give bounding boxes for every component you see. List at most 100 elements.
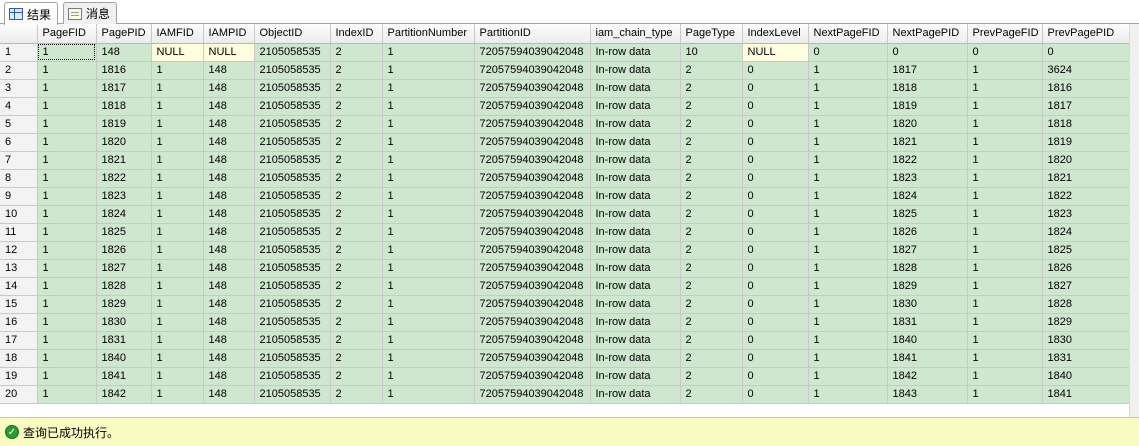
grid-cell[interactable]: 2 <box>330 349 383 368</box>
grid-cell[interactable]: 1817 <box>887 61 968 80</box>
grid-cell[interactable]: In-row data <box>590 259 681 278</box>
grid-cell[interactable]: 1 <box>382 97 475 116</box>
grid-cell[interactable]: 1819 <box>96 115 152 134</box>
grid-cell[interactable]: 1 <box>808 367 888 386</box>
grid-cell[interactable]: 1 <box>37 187 97 206</box>
grid-cell[interactable]: 1821 <box>96 151 152 170</box>
row-number-cell[interactable]: 8 <box>0 169 38 188</box>
column-header[interactable]: PrevPagePID <box>1042 24 1130 44</box>
grid-cell[interactable]: 1 <box>382 115 475 134</box>
grid-cell[interactable]: 2 <box>330 331 383 350</box>
tab-messages[interactable]: 消息 <box>63 2 118 24</box>
grid-cell[interactable]: 1822 <box>96 169 152 188</box>
grid-cell[interactable]: 1 <box>967 259 1043 278</box>
column-header[interactable]: PagePID <box>96 24 152 44</box>
grid-cell[interactable]: 2 <box>680 331 743 350</box>
grid-cell[interactable]: 2 <box>330 151 383 170</box>
grid-cell[interactable]: 1 <box>967 349 1043 368</box>
column-header[interactable]: PartitionNumber <box>382 24 475 44</box>
grid-cell[interactable]: 2 <box>680 187 743 206</box>
grid-cell[interactable]: 1831 <box>887 313 968 332</box>
grid-cell[interactable]: 72057594039042048 <box>474 115 591 134</box>
grid-cell[interactable]: 72057594039042048 <box>474 133 591 152</box>
grid-cell[interactable]: 72057594039042048 <box>474 277 591 296</box>
grid-cell[interactable]: 1 <box>967 331 1043 350</box>
row-number-cell[interactable]: 14 <box>0 277 38 296</box>
table-row[interactable]: 2 1 1816 1 148 2105058535 2 1 72057594039042048 I… <box>0 61 1130 80</box>
grid-cell[interactable]: 1827 <box>96 259 152 278</box>
grid-cell[interactable]: 72057594039042048 <box>474 187 591 206</box>
grid-cell[interactable]: 1 <box>808 277 888 296</box>
grid-cell[interactable]: 1 <box>37 43 97 62</box>
grid-cell[interactable]: In-row data <box>590 97 681 116</box>
grid-cell[interactable]: 1841 <box>96 367 152 386</box>
grid-cell[interactable]: 1 <box>808 115 888 134</box>
grid-cell[interactable]: 1841 <box>887 349 968 368</box>
grid-cell[interactable]: 1 <box>808 97 888 116</box>
column-header[interactable]: PageFID <box>37 24 97 44</box>
grid-cell[interactable]: 72057594039042048 <box>474 151 591 170</box>
table-row[interactable]: 9 1 1823 1 148 2105058535 2 1 72057594039042048 I… <box>0 187 1130 206</box>
grid-cell[interactable]: 1817 <box>96 79 152 98</box>
grid-cell[interactable]: 1818 <box>96 97 152 116</box>
grid-cell[interactable]: 1 <box>151 385 204 404</box>
grid-cell[interactable]: 148 <box>203 223 255 242</box>
grid-cell[interactable]: 148 <box>203 79 255 98</box>
grid-cell[interactable]: 1 <box>967 169 1043 188</box>
grid-cell[interactable]: 1840 <box>887 331 968 350</box>
column-header[interactable]: IndexLevel <box>742 24 809 44</box>
grid-cell[interactable]: In-row data <box>590 79 681 98</box>
grid-cell[interactable]: 2105058535 <box>254 133 331 152</box>
grid-cell[interactable]: 1 <box>151 349 204 368</box>
grid-cell[interactable]: 0 <box>742 61 809 80</box>
table-row[interactable]: 20 1 1842 1 148 2105058535 2 1 72057594039042048… <box>0 385 1130 404</box>
grid-cell[interactable]: 0 <box>1042 43 1130 62</box>
table-row[interactable]: 5 1 1819 1 148 2105058535 2 1 72057594039042048 I… <box>0 115 1130 134</box>
table-row[interactable]: 12 1 1826 1 148 2105058535 2 1 72057594039042048… <box>0 241 1130 260</box>
grid-cell[interactable]: 1826 <box>1042 259 1130 278</box>
grid-cell[interactable]: 2105058535 <box>254 259 331 278</box>
grid-cell[interactable]: In-row data <box>590 187 681 206</box>
grid-cell[interactable]: 1829 <box>887 277 968 296</box>
grid-cell[interactable]: 1 <box>151 259 204 278</box>
grid-cell[interactable]: 1 <box>967 187 1043 206</box>
grid-cell[interactable]: 2 <box>330 61 383 80</box>
grid-cell[interactable]: 2105058535 <box>254 151 331 170</box>
grid-cell[interactable]: 1 <box>151 277 204 296</box>
grid-cell[interactable]: 1826 <box>96 241 152 260</box>
grid-cell[interactable]: 1822 <box>887 151 968 170</box>
grid-cell[interactable]: In-row data <box>590 367 681 386</box>
grid-cell[interactable]: 72057594039042048 <box>474 295 591 314</box>
grid-cell[interactable]: 1 <box>382 223 475 242</box>
grid-cell[interactable]: In-row data <box>590 133 681 152</box>
grid-cell[interactable]: 1823 <box>1042 205 1130 224</box>
grid-cell[interactable]: 10 <box>680 43 743 62</box>
grid-cell[interactable]: 1 <box>37 349 97 368</box>
grid-cell[interactable]: 0 <box>742 133 809 152</box>
grid-cell[interactable]: 1 <box>382 205 475 224</box>
grid-cell[interactable]: 72057594039042048 <box>474 79 591 98</box>
table-row[interactable]: 17 1 1831 1 148 2105058535 2 1 72057594039042048… <box>0 331 1130 350</box>
grid-cell[interactable]: 1822 <box>1042 187 1130 206</box>
grid-cell[interactable]: 3624 <box>1042 61 1130 80</box>
grid-cell[interactable]: 2105058535 <box>254 241 331 260</box>
grid-cell[interactable]: 1 <box>808 259 888 278</box>
row-number-cell[interactable]: 19 <box>0 367 38 386</box>
row-number-cell[interactable]: 1 <box>0 43 38 62</box>
grid-cell[interactable]: 2105058535 <box>254 295 331 314</box>
grid-cell[interactable]: 2 <box>680 313 743 332</box>
grid-cell[interactable]: 2 <box>330 367 383 386</box>
grid-cell[interactable]: 1 <box>151 295 204 314</box>
grid-cell[interactable]: 72057594039042048 <box>474 259 591 278</box>
grid-cell[interactable]: In-row data <box>590 115 681 134</box>
grid-cell[interactable]: 2 <box>680 385 743 404</box>
grid-cell[interactable]: In-row data <box>590 331 681 350</box>
grid-cell[interactable]: 1 <box>382 187 475 206</box>
grid-cell[interactable]: 1 <box>967 313 1043 332</box>
grid-cell[interactable]: 1 <box>808 61 888 80</box>
grid-cell[interactable]: 1 <box>382 313 475 332</box>
grid-cell[interactable]: 0 <box>742 97 809 116</box>
grid-cell[interactable]: 1 <box>808 313 888 332</box>
grid-cell[interactable]: 1 <box>151 187 204 206</box>
grid-cell[interactable]: 2 <box>680 169 743 188</box>
